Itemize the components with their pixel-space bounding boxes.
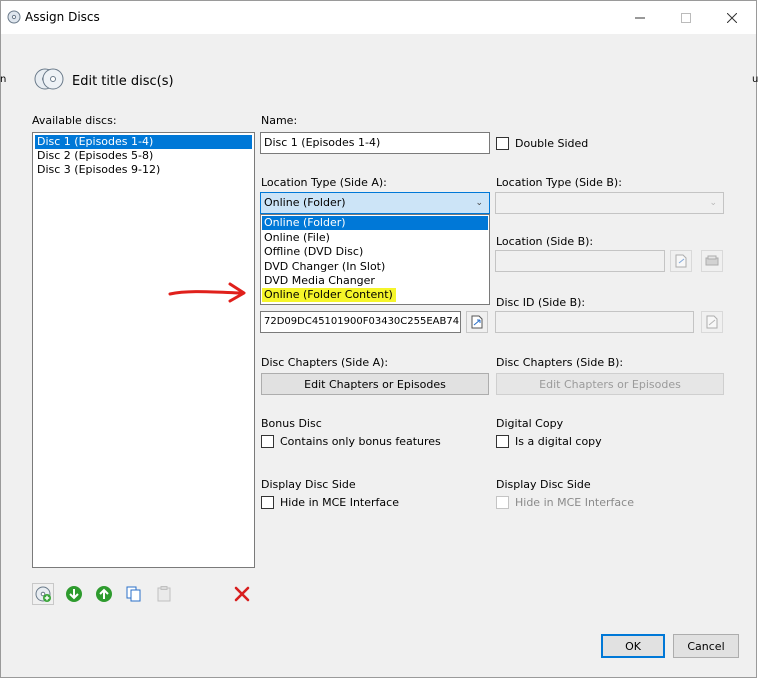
- disc-list-item[interactable]: Disc 2 (Episodes 5-8): [35, 149, 252, 163]
- minimize-button[interactable]: [617, 1, 663, 34]
- location-type-a-label: Location Type (Side A):: [261, 176, 387, 189]
- name-input[interactable]: Disc 1 (Episodes 1-4): [260, 132, 490, 154]
- window-title: Assign Discs: [25, 10, 100, 24]
- browse-icon: [675, 254, 687, 268]
- move-up-button[interactable]: [93, 583, 115, 605]
- digital-copy-label: Digital Copy: [496, 417, 564, 430]
- copy-icon: [126, 586, 141, 602]
- generate-disc-id-b-button[interactable]: [701, 311, 723, 333]
- background-edge-text-left: n: [0, 74, 7, 85]
- paste-icon: [157, 586, 171, 602]
- eject-location-b-button[interactable]: [701, 250, 723, 272]
- location-b-label: Location (Side B):: [496, 235, 594, 248]
- close-icon: [727, 12, 737, 23]
- annotation-arrow: [168, 282, 246, 303]
- chevron-down-icon: ⌄: [475, 198, 483, 208]
- add-disc-icon: [35, 586, 51, 602]
- browse-location-b-button[interactable]: [670, 250, 692, 272]
- maximize-button[interactable]: [663, 1, 709, 34]
- dropdown-option-highlighted[interactable]: Online (Folder Content): [262, 288, 396, 302]
- location-type-a-dropdown[interactable]: Online (Folder) Online (File) Offline (D…: [260, 214, 490, 305]
- double-sided-checkbox[interactable]: [496, 137, 509, 150]
- disc-id-b-input[interactable]: [495, 311, 694, 333]
- disc-list-item[interactable]: Disc 1 (Episodes 1-4): [35, 135, 252, 149]
- disc-app-icon: [7, 10, 21, 24]
- location-type-a-value: Online (Folder): [264, 196, 346, 209]
- chevron-down-icon: ⌄: [709, 198, 717, 208]
- close-button[interactable]: [709, 1, 755, 34]
- location-type-a-select[interactable]: Online (Folder) ⌄: [260, 192, 490, 214]
- generate-disc-id-a-button[interactable]: [466, 311, 488, 333]
- copy-disc-button[interactable]: [123, 583, 145, 605]
- hide-mce-a-label: Hide in MCE Interface: [280, 496, 399, 509]
- location-b-input[interactable]: [495, 250, 665, 272]
- hide-mce-b-label: Hide in MCE Interface: [515, 496, 634, 509]
- bonus-disc-checkbox-label: Contains only bonus features: [280, 435, 441, 448]
- display-side-a-label: Display Disc Side: [261, 478, 356, 491]
- background-edge-text-right: u: [752, 74, 759, 85]
- disc-id-b-label: Disc ID (Side B):: [496, 296, 586, 309]
- location-type-b-label: Location Type (Side B):: [496, 176, 622, 189]
- paste-disc-button[interactable]: [153, 583, 175, 605]
- chapters-a-label: Disc Chapters (Side A):: [261, 356, 389, 369]
- header-title: Edit title disc(s): [72, 74, 174, 89]
- digital-copy-checkbox-label: Is a digital copy: [515, 435, 602, 448]
- delete-icon: [234, 586, 250, 602]
- bonus-disc-label: Bonus Disc: [261, 417, 322, 430]
- ok-button[interactable]: OK: [601, 634, 665, 658]
- discs-icon: [34, 68, 64, 90]
- arrow-down-icon: [66, 586, 82, 602]
- digital-copy-checkbox[interactable]: [496, 435, 509, 448]
- title-bar: Assign Discs: [1, 1, 756, 34]
- name-label: Name:: [261, 114, 298, 127]
- edit-chapters-a-button[interactable]: Edit Chapters or Episodes: [261, 373, 489, 395]
- add-disc-button[interactable]: [32, 583, 54, 605]
- disc-id-a-input[interactable]: 72D09DC45101900F03430C255EAB74D: [260, 311, 461, 333]
- bonus-disc-checkbox[interactable]: [261, 435, 274, 448]
- display-side-b-label: Display Disc Side: [496, 478, 591, 491]
- disc-list-item[interactable]: Disc 3 (Episodes 9-12): [35, 163, 252, 177]
- hide-mce-a-checkbox[interactable]: [261, 496, 274, 509]
- minimize-icon: [635, 17, 645, 18]
- refresh-id-icon: [706, 315, 718, 329]
- dropdown-option[interactable]: Online (File): [262, 231, 488, 245]
- refresh-id-icon: [471, 315, 483, 329]
- hide-mce-b-checkbox[interactable]: [496, 496, 509, 509]
- dropdown-option[interactable]: Online (Folder): [262, 216, 488, 230]
- cancel-button[interactable]: Cancel: [673, 634, 739, 658]
- chapters-b-label: Disc Chapters (Side B):: [496, 356, 624, 369]
- move-down-button[interactable]: [63, 583, 85, 605]
- arrow-up-icon: [96, 586, 112, 602]
- drive-icon: [705, 255, 719, 266]
- edit-chapters-b-button[interactable]: Edit Chapters or Episodes: [496, 373, 724, 395]
- double-sided-label: Double Sided: [515, 137, 589, 150]
- available-discs-list[interactable]: Disc 1 (Episodes 1-4) Disc 2 (Episodes 5…: [32, 132, 255, 568]
- location-type-b-select[interactable]: ⌄: [495, 192, 724, 214]
- available-discs-label: Available discs:: [32, 114, 117, 127]
- dropdown-option[interactable]: DVD Media Changer: [262, 274, 488, 288]
- maximize-icon: [681, 12, 691, 23]
- dropdown-option[interactable]: DVD Changer (In Slot): [262, 260, 488, 274]
- delete-disc-button[interactable]: [231, 583, 253, 605]
- dropdown-option[interactable]: Offline (DVD Disc): [262, 245, 488, 259]
